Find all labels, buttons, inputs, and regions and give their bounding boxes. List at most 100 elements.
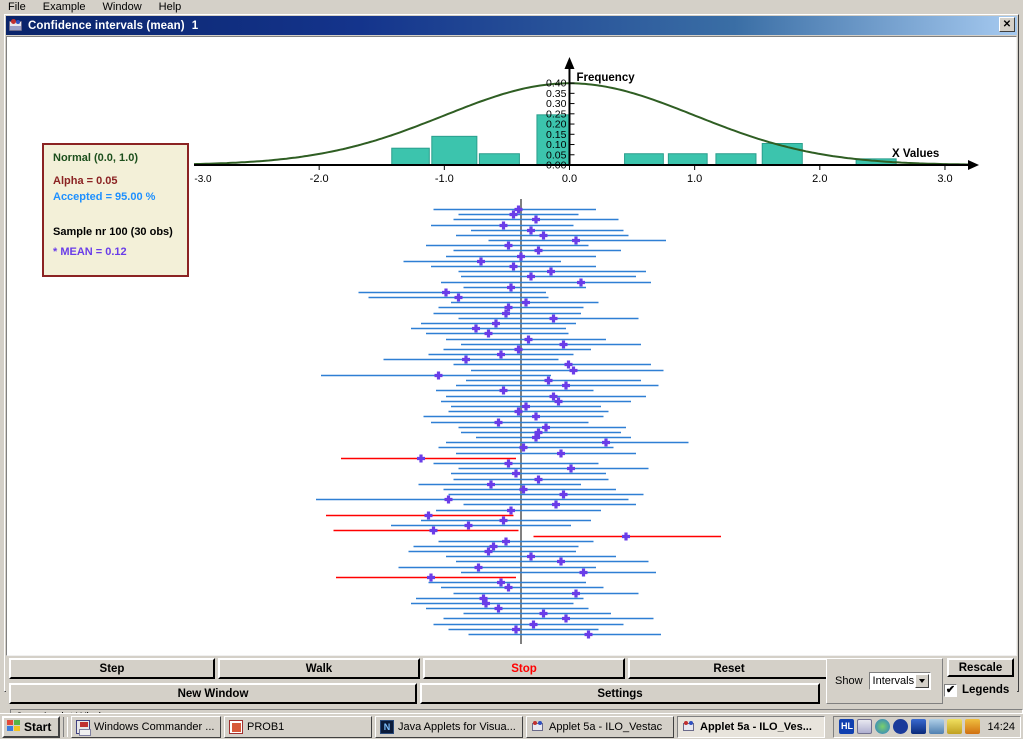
interval-mean-marker (579, 568, 588, 577)
x-axis-label: X Values (892, 148, 939, 160)
interval-mean-marker (527, 272, 536, 281)
interval-mean-marker (562, 614, 571, 623)
media-icon[interactable] (893, 719, 909, 734)
display-icon[interactable] (911, 719, 927, 734)
plot-canvas: -2.0 -1.0 0.0 1.0 2.0 3.0 -3.0 0.00 0.05 0.10 0.15… (6, 36, 1017, 656)
y-tick-label: 0.25 (546, 108, 567, 120)
close-icon[interactable]: ✕ (999, 17, 1015, 32)
interval-mean-marker (522, 402, 531, 411)
window-titlebar[interactable]: Confidence intervals (mean) 1 ✕ (6, 16, 1017, 35)
interval-mean-marker (542, 423, 551, 432)
menu-item-file[interactable]: File (8, 0, 26, 14)
globe-icon[interactable] (875, 719, 891, 734)
interval-mean-marker (564, 360, 573, 369)
settings-button[interactable]: Settings (420, 683, 820, 704)
interval-mean-marker (477, 257, 485, 266)
chevron-down-icon[interactable] (914, 674, 929, 688)
histogram-bar (391, 147, 430, 166)
interval-mean-marker (529, 620, 538, 629)
interval-mean-marker (527, 226, 536, 235)
interval-mean-marker (539, 231, 548, 240)
clock[interactable]: 14:24 (987, 721, 1015, 733)
interval-mean-marker (484, 329, 493, 338)
taskbar-item-applet-5a-1[interactable]: Applet 5a - ILO_Vestac (526, 715, 674, 738)
reset-button[interactable]: Reset (628, 658, 830, 679)
legends-checkbox[interactable]: ✔ (944, 683, 957, 697)
x-tick-label: 3.0 (937, 173, 952, 185)
interval-mean-marker (512, 469, 520, 478)
confidence-intervals-group (316, 199, 721, 644)
taskbar-item-label: PROB1 (247, 720, 285, 733)
taskbar-item-applet-5a-2[interactable]: Applet 5a - ILO_Ves... (677, 715, 825, 738)
walk-button[interactable]: Walk (218, 658, 420, 679)
interval-mean-marker (497, 578, 505, 587)
interval-mean-marker (424, 511, 433, 520)
control-row-primary: Step Walk Stop Reset (9, 658, 830, 679)
interval-mean-marker (527, 552, 536, 561)
java-icon (531, 720, 545, 734)
stop-button[interactable]: Stop (423, 658, 625, 679)
interval-mean-marker (602, 438, 611, 447)
x-tick-label-extra: -3.0 (194, 174, 212, 185)
interval-mean-marker (524, 335, 533, 344)
hl-icon[interactable]: HL (839, 719, 855, 734)
y-tick-label: 0.15 (546, 129, 567, 141)
interval-mean-marker (464, 521, 473, 530)
menubar: File Example Window Help (0, 0, 1023, 14)
comet-icon[interactable] (965, 719, 981, 734)
interval-mean-marker (577, 278, 586, 287)
java-icon[interactable] (857, 719, 873, 734)
applet-icon (8, 18, 24, 33)
legend-distribution: Normal (0.0, 1.0) (53, 152, 138, 164)
network-icon[interactable] (929, 719, 945, 734)
interval-mean-marker (517, 252, 526, 261)
interval-mean-marker (572, 589, 581, 598)
menu-item-help[interactable]: Help (159, 0, 182, 14)
rescale-button[interactable]: Rescale (947, 658, 1014, 677)
legends-checkbox-row[interactable]: ✔ Legends (944, 680, 1016, 700)
step-button[interactable]: Step (9, 658, 215, 679)
taskbar-item-windows-commander[interactable]: Windows Commander ... (71, 715, 221, 738)
normal-density-curve (193, 82, 970, 166)
interval-mean-marker (487, 480, 495, 489)
y-tick-label: 0.30 (546, 98, 567, 110)
interval-mean-marker (547, 267, 556, 276)
new-window-button[interactable]: New Window (9, 683, 417, 704)
interval-mean-marker (504, 583, 513, 592)
interval-mean-marker (504, 241, 513, 250)
start-button-label: Start (24, 719, 52, 734)
show-label: Show (835, 675, 863, 687)
control-panel: Step Walk Stop Reset New Window Settings… (6, 656, 1017, 706)
y-tick-label: 0.40 (546, 78, 567, 90)
menu-item-window[interactable]: Window (103, 0, 142, 14)
start-button[interactable]: Start (2, 715, 60, 738)
y-tick-label: 0.00 (546, 160, 567, 172)
histogram-bar (478, 153, 520, 166)
x-tick-label: -2.0 (310, 173, 329, 185)
y-tick-label: 0.10 (546, 139, 567, 151)
legend-mean: * MEAN = 0.12 (53, 246, 127, 259)
interval-mean-marker (567, 464, 576, 473)
interval-mean-marker (534, 246, 543, 255)
taskbar-item-label: Java Applets for Visua... (398, 720, 516, 733)
histogram-bar (667, 153, 708, 166)
pencil-icon[interactable] (947, 719, 963, 734)
interval-mean-marker (504, 459, 513, 468)
menu-item-example[interactable]: Example (43, 0, 86, 14)
java-icon (682, 720, 696, 734)
legend-accepted: Accepted = 95.00 % (53, 191, 156, 204)
system-tray: HL 14:24 (833, 715, 1021, 738)
taskbar-item-prob1[interactable]: PROB1 (224, 715, 372, 738)
interval-mean-marker (429, 526, 438, 535)
show-select[interactable]: Intervals (868, 672, 931, 690)
interval-mean-marker (584, 630, 593, 639)
document-icon (229, 719, 243, 734)
taskbar: Start Windows Commander ... PROB1 N Java… (0, 713, 1023, 739)
taskbar-item-java-applets[interactable]: N Java Applets for Visua... (375, 715, 523, 738)
netscape-icon: N (380, 719, 394, 734)
show-panel: Show Intervals (826, 658, 943, 704)
interval-mean-marker (472, 324, 480, 333)
x-axis-arrow (968, 160, 979, 170)
taskbar-item-label: Windows Commander ... (94, 720, 215, 733)
interval-mean-marker (557, 557, 566, 566)
